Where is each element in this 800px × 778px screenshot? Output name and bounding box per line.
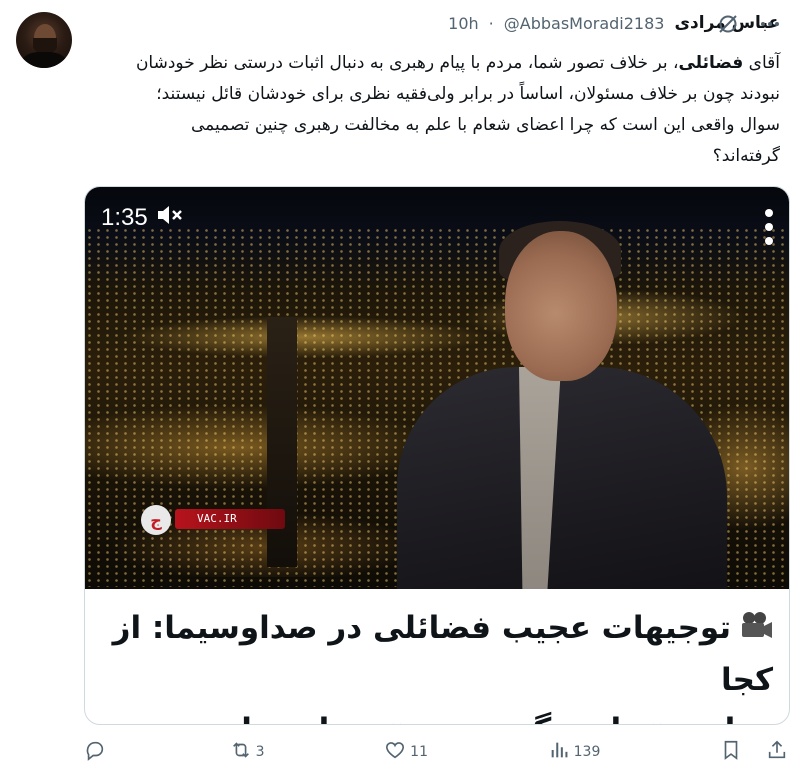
video-duration: 1:35 — [101, 204, 148, 231]
video-timer: 1:35 — [101, 201, 184, 235]
avatar[interactable] — [16, 12, 72, 68]
views-count: 139 — [573, 744, 601, 760]
like-icon — [384, 739, 406, 765]
tweet-line4: گرفته‌اند؟ — [712, 146, 780, 166]
bookmark-icon[interactable] — [720, 739, 742, 765]
channel-logo: ج — [141, 505, 171, 535]
lower-third-bar: VAC.IR — [175, 509, 285, 529]
mention-name: فضائلی — [678, 53, 744, 73]
share-icon[interactable] — [766, 739, 788, 765]
views-icon — [548, 739, 570, 765]
reply-button[interactable] — [84, 739, 110, 765]
repost-icon — [230, 739, 252, 765]
action-bar: 3 11 139 — [84, 734, 788, 770]
user-handle[interactable]: @AbbasMoradi2183 — [504, 14, 665, 33]
tweet-line1-start: آقای — [748, 53, 780, 73]
camera-icon — [739, 605, 773, 655]
mute-icon[interactable] — [156, 203, 184, 234]
video-menu-icon[interactable] — [763, 207, 775, 251]
tweet-text: آقای فضائلی، بر خلاف تصور شما، مردم با پ… — [96, 48, 780, 172]
separator: · — [488, 13, 494, 33]
reply-icon — [84, 739, 106, 765]
video-player[interactable]: ج VAC.IR 1:35 — [85, 187, 789, 589]
timestamp[interactable]: 10h — [448, 14, 479, 33]
tweet-line3: سوال واقعی این است که چرا اعضای شعام با … — [190, 115, 780, 135]
link-card[interactable]: ج VAC.IR 1:35 توجیهات عجیب فضائلی در صدا… — [84, 186, 790, 725]
repost-count: 3 — [255, 744, 265, 760]
tweet-line2: نبودند چون بر خلاف مسئولان، اساساً در بر… — [156, 84, 780, 104]
grok-icon[interactable] — [716, 12, 740, 40]
action-bar-right — [720, 739, 788, 765]
header-actions — [716, 12, 782, 40]
caption-line1: توجیهات عجیب فضائلی در صداوسیما: از کجا — [112, 610, 773, 698]
caption-line2: معلوم «نظر دیگر رهبری» همان نظر منتقدان … — [101, 705, 773, 725]
views-button[interactable]: 139 — [548, 739, 601, 765]
card-caption[interactable]: توجیهات عجیب فضائلی در صداوسیما: از کجا … — [85, 589, 789, 724]
tweet-line1-rest: ، بر خلاف تصور شما، مردم با پیام رهبری ب… — [135, 53, 679, 73]
more-icon[interactable] — [758, 12, 782, 40]
like-button[interactable]: 11 — [384, 739, 428, 765]
repost-button[interactable]: 3 — [230, 739, 265, 765]
lower-third-text: VAC.IR — [197, 512, 237, 525]
like-count: 11 — [410, 744, 428, 760]
